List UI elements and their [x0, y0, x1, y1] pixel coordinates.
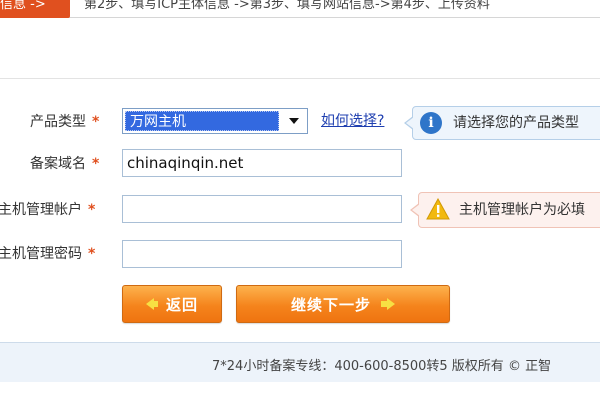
product-type-select[interactable]: 万网主机	[122, 108, 308, 134]
product-type-tip-text: 请选择您的产品类型	[453, 115, 579, 131]
current-step-label: 信息 ->	[0, 0, 46, 12]
warning-icon	[426, 198, 450, 220]
footer-text: 7*24小时备案专线：400-600-8500转5 版权所有 © 正智	[212, 359, 552, 374]
required-mark: *	[92, 114, 100, 130]
footer: 7*24小时备案专线：400-600-8500转5 版权所有 © 正智	[0, 342, 600, 382]
account-warning-text: 主机管理帐户为必填	[459, 202, 585, 218]
back-button-label: 返回	[165, 295, 198, 314]
product-type-label: 产品类型 *	[30, 114, 100, 130]
product-type-selected: 万网主机	[125, 111, 279, 131]
required-mark: *	[92, 156, 100, 172]
divider	[0, 78, 600, 79]
next-step-button-label: 继续下一步	[290, 295, 371, 314]
tip-pointer-fill	[406, 117, 414, 129]
icp-filing-page: 信息 -> 第2步、填写ICP主体信息 ->第3步、填写网站信息->第4步、上传…	[0, 0, 600, 400]
chevron-down-icon[interactable]	[283, 111, 305, 131]
arrow-right-icon	[381, 298, 395, 310]
password-label: 主机管理密码 *	[0, 246, 96, 262]
required-mark: *	[88, 202, 96, 218]
how-to-choose-link[interactable]: 如何选择?	[321, 110, 384, 130]
current-step: 信息 ->	[0, 0, 70, 18]
password-input[interactable]	[122, 240, 402, 268]
domain-input[interactable]: chinaqinqin.net	[122, 149, 402, 177]
account-label: 主机管理帐户 *	[0, 202, 96, 218]
step-bar: 信息 -> 第2步、填写ICP主体信息 ->第3步、填写网站信息->第4步、上传…	[0, 0, 600, 18]
required-mark: *	[88, 246, 96, 262]
next-step-button[interactable]: 继续下一步	[236, 285, 450, 323]
remaining-steps: 第2步、填写ICP主体信息 ->第3步、填写网站信息->第4步、上传资料	[84, 0, 490, 12]
domain-label: 备案域名 *	[30, 156, 100, 172]
back-button[interactable]: 返回	[122, 285, 222, 323]
warning-pointer-fill	[412, 204, 420, 216]
info-icon: i	[420, 112, 442, 134]
domain-input-value: chinaqinqin.net	[127, 154, 244, 172]
arrow-left-icon	[145, 298, 158, 310]
account-input[interactable]	[122, 195, 402, 223]
